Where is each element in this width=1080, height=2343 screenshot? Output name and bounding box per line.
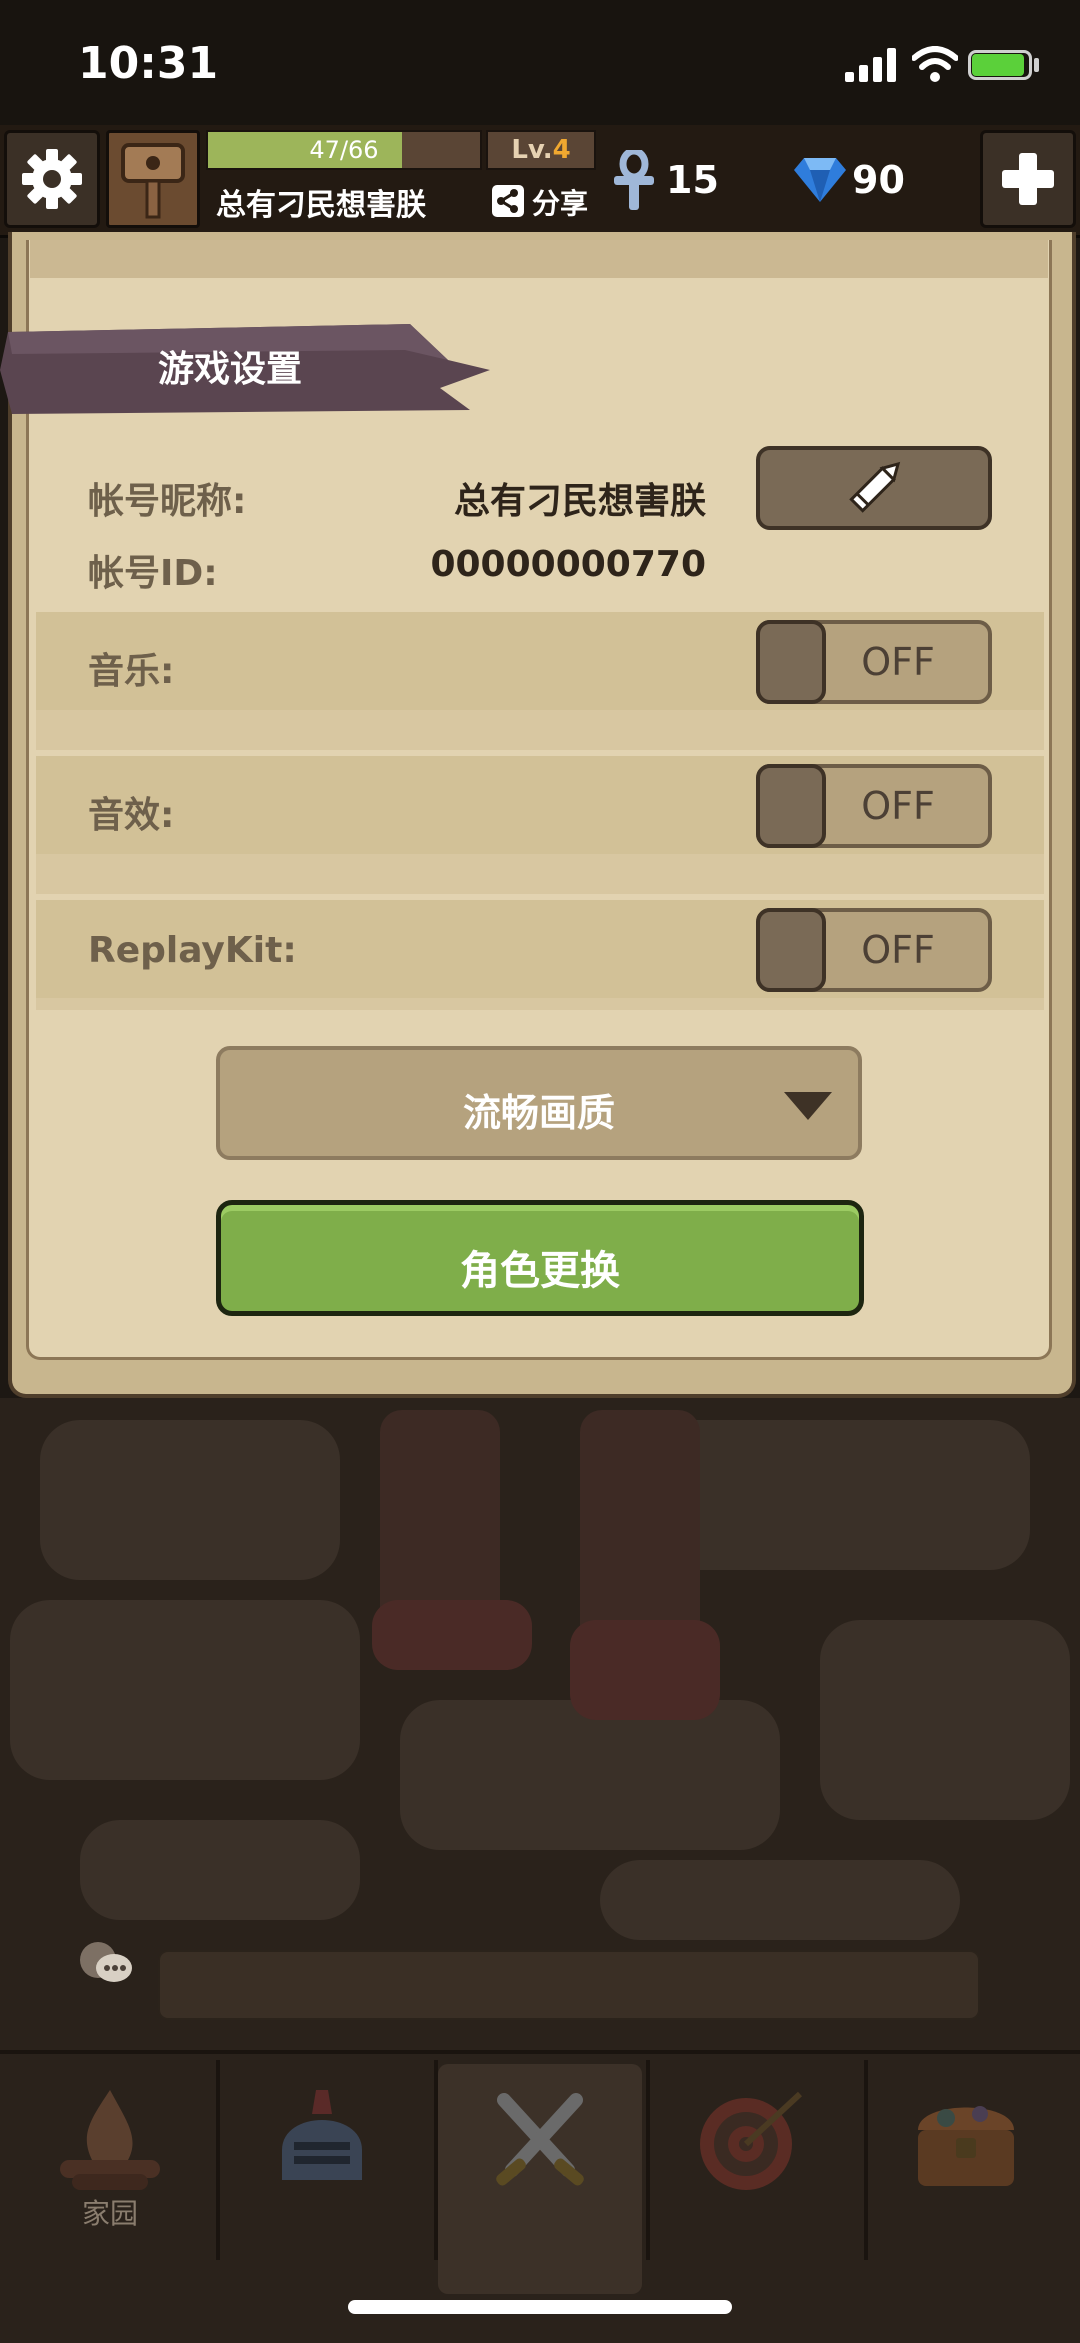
dropdown-arrow-icon (784, 1092, 832, 1120)
row-divider (36, 710, 1044, 750)
gear-icon (22, 149, 82, 209)
helmet-icon[interactable] (262, 2080, 382, 2200)
nav-label-home: 家园 (81, 2197, 138, 2230)
floor-stone (80, 1820, 360, 1920)
replaykit-toggle-state: OFF (861, 928, 935, 972)
nav-separator (864, 2060, 868, 2260)
sfx-label: 音效: (88, 795, 175, 836)
xp-text: 47/66 (309, 136, 379, 164)
music-toggle-state: OFF (861, 640, 935, 684)
treasure-chest-icon[interactable] (906, 2080, 1026, 2200)
campfire-icon[interactable] (50, 2080, 170, 2200)
floor-stone (820, 1620, 1070, 1820)
battery-level (972, 54, 1024, 76)
quality-dropdown-value: 流畅画质 (462, 1091, 615, 1135)
account-id-value: 00000000770 (430, 544, 706, 585)
sfx-toggle-knob (756, 764, 826, 848)
row-divider (36, 998, 1044, 1010)
status-time: 10:31 (78, 38, 219, 89)
row-divider (36, 854, 1044, 894)
crossed-swords-icon[interactable] (480, 2080, 600, 2200)
add-currency-button[interactable] (980, 130, 1076, 228)
ankh-count: 15 (666, 158, 719, 202)
share-icon[interactable] (492, 185, 524, 217)
player-name: 总有刁民想害朕 (216, 188, 426, 223)
level-badge: Lv.4 (486, 130, 596, 170)
home-indicator (348, 2300, 732, 2314)
account-id-label: 帐号ID: (88, 553, 218, 594)
character-boot-left (372, 1600, 532, 1670)
settings-title: 游戏设置 (157, 349, 302, 390)
gem-count: 90 (852, 158, 905, 202)
chat-input-bar[interactable] (158, 1950, 980, 2020)
wifi-icon (912, 46, 958, 82)
chat-icon[interactable] (76, 1938, 134, 1988)
floor-stone (40, 1420, 340, 1580)
change-role-label: 角色更换 (460, 1248, 620, 1294)
level-prefix: Lv. (511, 135, 553, 165)
floor-stone (650, 1420, 1030, 1570)
sfx-toggle-state: OFF (861, 784, 935, 828)
nickname-value: 总有刁民想害朕 (453, 481, 706, 522)
nav-separator (216, 2060, 220, 2260)
settings-button[interactable] (4, 130, 100, 228)
nav-separator (646, 2060, 650, 2260)
floor-stone (400, 1700, 780, 1850)
nickname-label: 帐号昵称: (88, 481, 247, 522)
replaykit-toggle-knob (756, 908, 826, 992)
floor-stone (600, 1860, 960, 1940)
cellular-signal-icon (845, 48, 896, 82)
edit-nickname-button[interactable] (756, 446, 992, 530)
music-label: 音乐: (88, 651, 175, 692)
gem-icon (794, 158, 846, 202)
replaykit-label: ReplayKit: (88, 930, 297, 971)
plus-icon (1002, 153, 1054, 205)
pencil-icon (849, 461, 901, 513)
panel-top-strip (30, 240, 1048, 278)
target-icon[interactable] (690, 2080, 810, 2200)
character-boot-right (570, 1620, 720, 1720)
music-toggle-knob (756, 620, 826, 704)
nav-separator (434, 2060, 438, 2260)
hammer-icon (121, 143, 185, 219)
player-avatar[interactable] (106, 130, 200, 228)
battery-cap (1034, 58, 1039, 72)
floor-stone (10, 1600, 360, 1780)
ankh-icon (614, 150, 654, 210)
level-value: 4 (552, 135, 571, 165)
share-button[interactable]: 分享 (532, 182, 588, 222)
